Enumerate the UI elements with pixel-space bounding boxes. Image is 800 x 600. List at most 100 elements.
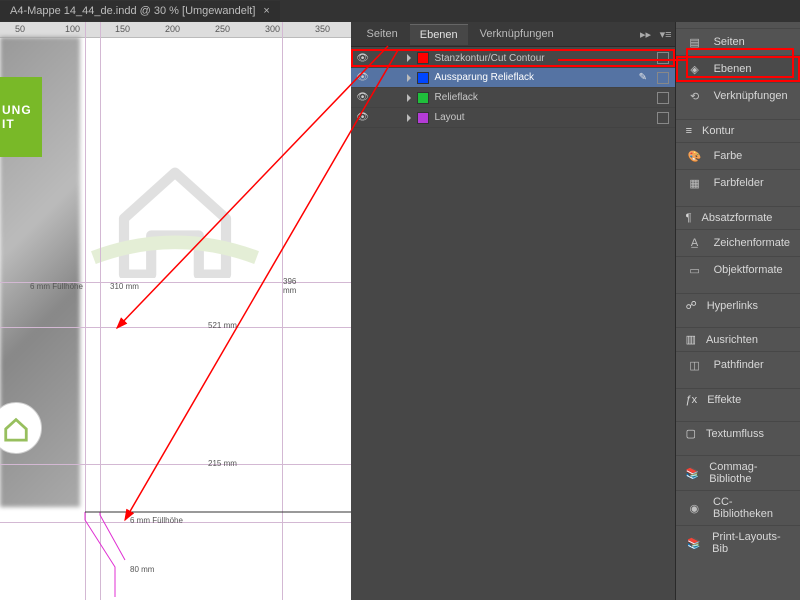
- dock-label: Verknüpfungen: [714, 90, 788, 102]
- collapse-icon[interactable]: ▸▸: [637, 28, 655, 41]
- disclosure-icon[interactable]: [407, 114, 411, 122]
- selection-indicator[interactable]: [657, 52, 669, 64]
- swatches-icon: ▦: [686, 175, 704, 191]
- dock-item-objektformate[interactable]: ▭ Objektformate: [676, 256, 800, 283]
- dock-label: Seiten: [714, 36, 745, 48]
- disclosure-icon[interactable]: [407, 74, 411, 82]
- obj-icon: ▭: [686, 262, 704, 278]
- panel-tabs: Seiten Ebenen Verknüpfungen ▸▸ ▾≡: [351, 22, 675, 47]
- dock-item-seiten[interactable]: ▤ Seiten: [676, 28, 800, 55]
- measurement-label: 215 mm: [208, 459, 237, 468]
- layers-icon: ◈: [686, 61, 704, 77]
- visibility-icon[interactable]: 👁: [357, 72, 369, 84]
- tab-ebenen[interactable]: Ebenen: [410, 24, 468, 45]
- tab-verknuepfungen[interactable]: Verknüpfungen: [470, 24, 564, 44]
- dock-item-ausrichten[interactable]: ▥ Ausrichten: [676, 327, 800, 351]
- layer-name: Relieflack: [435, 92, 651, 103]
- dock-item-print-layouts-bib[interactable]: 📚 Print-Layouts-Bib: [676, 525, 800, 560]
- layer-row[interactable]: 👁Stanzkontur/Cut Contour: [351, 49, 675, 68]
- measurement-label: 310 mm: [110, 282, 139, 291]
- dock-item-verkn-pfungen[interactable]: ⟲ Verknüpfungen: [676, 82, 800, 109]
- dock-label: Kontur: [702, 125, 734, 137]
- layer-row[interactable]: 👁 Relieflack: [351, 88, 675, 108]
- pathfinder-icon: ◫: [686, 357, 704, 373]
- dock-item-cc-bibliotheken[interactable]: ◉ CC-Bibliotheken: [676, 490, 800, 525]
- dock-label: Zeichenformate: [714, 237, 790, 249]
- dock-item-ebenen[interactable]: ◈Ebenen: [676, 55, 800, 82]
- disclosure-icon[interactable]: [407, 94, 411, 102]
- document-canvas[interactable]: 50 100 150 200 250 300 350 UNG IT: [0, 22, 351, 600]
- dock-item-kontur[interactable]: ≡ Kontur: [676, 119, 800, 142]
- fx-icon: ƒx: [686, 394, 698, 406]
- measurement-label: 6 mm Füllhöhe: [30, 282, 83, 291]
- visibility-icon[interactable]: 👁: [357, 92, 369, 104]
- dock-label: Absatzformate: [701, 212, 772, 224]
- layer-row[interactable]: 👁 Layout: [351, 108, 675, 128]
- title-bar: A4-Mappe 14_44_de.indd @ 30 % [Umgewande…: [0, 0, 800, 22]
- document-title: A4-Mappe 14_44_de.indd @ 30 % [Umgewande…: [10, 5, 255, 17]
- selection-indicator[interactable]: [657, 112, 669, 124]
- house-logo-icon: [90, 142, 260, 272]
- layer-name: Layout: [435, 112, 651, 123]
- layer-color-swatch: [417, 52, 429, 64]
- guide-line: [0, 464, 351, 465]
- layer-color-swatch: [417, 92, 429, 104]
- dock-item-absatzformate[interactable]: ¶ Absatzformate: [676, 206, 800, 229]
- measurement-label: 521 mm: [208, 321, 237, 330]
- links-icon: ⟲: [686, 88, 704, 104]
- dock-label: Farbfelder: [714, 177, 764, 189]
- dock-label: Pathfinder: [714, 359, 764, 371]
- lib-icon: 📚: [686, 535, 703, 551]
- close-icon[interactable]: ×: [263, 5, 269, 17]
- document-tab[interactable]: A4-Mappe 14_44_de.indd @ 30 % [Umgewande…: [0, 1, 280, 21]
- cc-icon: ◉: [686, 500, 703, 516]
- green-label-box: UNG IT: [0, 77, 42, 157]
- right-dock: ▤ Seiten ◈Ebenen ⟲ Verknüpfungen ≡ Kontur 🎨 Farb…: [676, 22, 800, 600]
- dock-label: Hyperlinks: [707, 300, 758, 312]
- layer-name: Aussparung Relieflack: [435, 72, 633, 83]
- hyper-icon: ☍: [686, 299, 697, 312]
- para-icon: ¶: [686, 212, 692, 224]
- panel-menu-icon[interactable]: ▾≡: [657, 28, 675, 41]
- visibility-icon[interactable]: 👁: [357, 112, 369, 124]
- stroke-icon: ≡: [686, 125, 692, 137]
- disclosure-icon[interactable]: [407, 54, 411, 62]
- guide-line: [0, 327, 351, 328]
- dock-label: Effekte: [707, 394, 741, 406]
- selection-indicator[interactable]: [657, 72, 669, 84]
- layers-list: 👁Stanzkontur/Cut Contour👁Aussparung Reli…: [351, 47, 675, 130]
- char-icon: A̲: [686, 235, 704, 251]
- layer-row[interactable]: 👁 Aussparung Relieflack ✎: [351, 68, 675, 88]
- dock-item-farbfelder[interactable]: ▦ Farbfelder: [676, 169, 800, 196]
- dock-label: Farbe: [714, 150, 743, 162]
- dock-item-zeichenformate[interactable]: A̲ Zeichenformate: [676, 229, 800, 256]
- dock-label: Ausrichten: [706, 334, 758, 346]
- measurement-label: 6 mm Füllhöhe: [130, 516, 183, 525]
- tab-seiten[interactable]: Seiten: [357, 24, 408, 44]
- guide-line: [100, 22, 101, 600]
- dock-label: Commag-Bibliothe: [709, 461, 790, 485]
- pages-icon: ▤: [686, 34, 704, 50]
- selection-indicator[interactable]: [657, 92, 669, 104]
- dock-item-farbe[interactable]: 🎨 Farbe: [676, 142, 800, 169]
- guide-line: [85, 22, 86, 600]
- layer-color-swatch: [417, 72, 429, 84]
- guide-line: [282, 22, 283, 600]
- dock-item-textumfluss[interactable]: ▢Textumfluss: [676, 421, 800, 445]
- dock-item-hyperlinks[interactable]: ☍ Hyperlinks: [676, 293, 800, 317]
- measurement-label: 80 mm: [130, 565, 154, 574]
- dock-item-commag-bibliothe[interactable]: 📚 Commag-Bibliothe: [676, 455, 800, 490]
- layer-color-swatch: [417, 112, 429, 124]
- pen-icon: ✎: [639, 72, 651, 83]
- color-icon: 🎨: [686, 148, 704, 164]
- align-icon: ▥: [686, 333, 696, 346]
- lib-icon: 📚: [686, 467, 700, 480]
- layers-panel: Seiten Ebenen Verknüpfungen ▸▸ ▾≡ 👁Stanz…: [351, 22, 676, 600]
- dock-label: CC-Bibliotheken: [713, 496, 790, 520]
- dock-item-pathfinder[interactable]: ◫ Pathfinder: [676, 351, 800, 378]
- visibility-icon[interactable]: 👁: [357, 52, 369, 64]
- dock-item-effekte[interactable]: ƒx Effekte: [676, 388, 800, 411]
- dock-label: Print-Layouts-Bib: [712, 531, 790, 555]
- dock-label: Objektformate: [714, 264, 783, 276]
- wrap-icon: ▢: [686, 427, 696, 440]
